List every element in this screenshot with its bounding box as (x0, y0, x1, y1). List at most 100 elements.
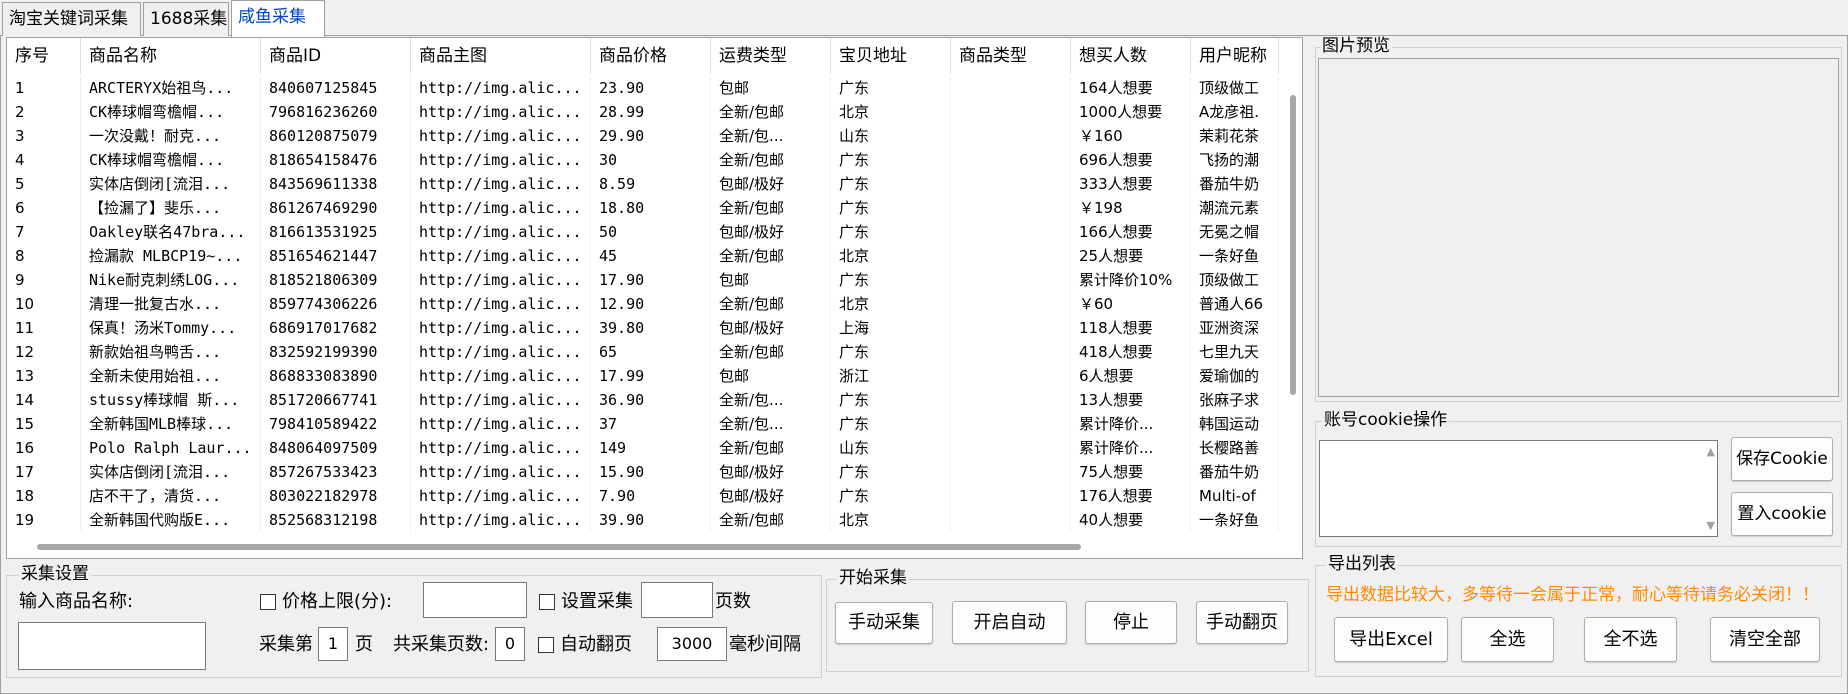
tab-xianyu[interactable]: 咸鱼采集 (231, 0, 325, 37)
column-header-nickname[interactable]: 用户昵称 (1191, 38, 1279, 74)
cell-shipping: 全新/包... (711, 412, 831, 436)
price-limit-checkbox[interactable] (260, 594, 276, 610)
scroll-up-icon[interactable]: ▲ (1707, 445, 1715, 458)
table-row[interactable]: 19 全新韩国代购版E... 852568312198 http://img.alic… (7, 508, 1279, 532)
cell-shipping: 包邮/极好 (711, 316, 831, 340)
tab-1688[interactable]: 1688采集 (143, 2, 229, 36)
select-all-button[interactable]: 全选 (1461, 617, 1554, 662)
table-row[interactable]: 1 ARCTERYX始祖鸟... 840607125845 http://img.al… (7, 76, 1279, 100)
cell-nickname: 飞扬的潮 (1191, 148, 1279, 172)
cell-wants: 累计降价10% (1071, 268, 1191, 292)
cell-price: 18.80 (591, 196, 711, 220)
auto-page-checkbox[interactable] (538, 637, 554, 653)
cell-shipping: 包邮/极好 (711, 460, 831, 484)
cell-type (951, 100, 1071, 124)
table-row[interactable]: 3 一次没戴！耐克... 860120875079 http://img.alic..… (7, 124, 1279, 148)
cell-name: 捡漏款 MLBCP19~... (81, 244, 261, 268)
table-row[interactable]: 10 清理一批复古水... 859774306226 http://img.alic.… (7, 292, 1279, 316)
table-row[interactable]: 17 实体店倒闭[流泪... 857267533423 http://img.alic… (7, 460, 1279, 484)
interval-input[interactable]: 3000 (657, 627, 727, 661)
cell-wants: 13人想要 (1071, 388, 1191, 412)
cell-image: http://img.alic... (411, 76, 591, 100)
manual-collect-button[interactable]: 手动采集 (835, 602, 933, 644)
product-name-input[interactable] (18, 622, 206, 670)
cell-index: 7 (7, 220, 81, 244)
table-row[interactable]: 18 店不干了，清货... 803022182978 http://img.alic.… (7, 484, 1279, 508)
cell-price: 50 (591, 220, 711, 244)
table-row[interactable]: 14 stussy棒球帽 斯... 851720667741 http://img.a… (7, 388, 1279, 412)
cell-image: http://img.alic... (411, 388, 591, 412)
cell-location: 广东 (831, 148, 951, 172)
pages-label: 页数 (715, 591, 751, 612)
cookie-textarea[interactable]: ▲ ▼ (1319, 440, 1718, 537)
import-cookie-button[interactable]: 置入cookie (1731, 492, 1833, 536)
cell-type (951, 76, 1071, 100)
column-header-type[interactable]: 商品类型 (951, 38, 1071, 74)
clear-all-button[interactable]: 清空全部 (1710, 617, 1820, 662)
horizontal-scroll-thumb[interactable] (37, 544, 1081, 550)
table-row[interactable]: 15 全新韩国MLB棒球... 798410589422 http://img.ali… (7, 412, 1279, 436)
column-header-image[interactable]: 商品主图 (411, 38, 591, 74)
scroll-down-icon[interactable]: ▼ (1707, 519, 1715, 532)
cell-name: 店不干了，清货... (81, 484, 261, 508)
cell-id: 860120875079 (261, 124, 411, 148)
table-row[interactable]: 9 Nike耐克刺绣LOG... 818521806309 http://img.al… (7, 268, 1279, 292)
collect-page-input[interactable]: 1 (318, 627, 348, 661)
cell-price: 8.59 (591, 172, 711, 196)
cell-name: stussy棒球帽 斯... (81, 388, 261, 412)
start-auto-button[interactable]: 开启自动 (952, 601, 1067, 644)
stop-button[interactable]: 停止 (1085, 601, 1177, 644)
table-row[interactable]: 6 【捡漏了】斐乐... 861267469290 http://img.alic..… (7, 196, 1279, 220)
cell-image: http://img.alic... (411, 292, 591, 316)
cell-id: 861267469290 (261, 196, 411, 220)
column-header-shipping[interactable]: 运费类型 (711, 38, 831, 74)
table-row[interactable]: 11 保真！汤米Tommy... 686917017682 http://img.al… (7, 316, 1279, 340)
set-collect-checkbox[interactable] (539, 594, 555, 610)
cell-wants: 累计降价... (1071, 412, 1191, 436)
cell-shipping: 包邮 (711, 76, 831, 100)
price-limit-label: 价格上限(分): (282, 591, 393, 612)
vertical-scrollbar[interactable] (1286, 65, 1300, 401)
cell-nickname: 亚洲资深 (1191, 316, 1279, 340)
cell-image: http://img.alic... (411, 460, 591, 484)
table-row[interactable]: 4 CK棒球帽弯檐帽... 818654158476 http://img.alic.… (7, 148, 1279, 172)
column-header-index[interactable]: 序号 (7, 38, 81, 74)
product-table[interactable]: 序号 商品名称 商品ID 商品主图 商品价格 运费类型 宝贝地址 商品类型 想买人数 用户昵称 1… (6, 37, 1303, 559)
cell-nickname: 七里九天 (1191, 340, 1279, 364)
cell-name: 一次没戴！耐克... (81, 124, 261, 148)
column-header-location[interactable]: 宝贝地址 (831, 38, 951, 74)
table-row[interactable]: 13 全新未使用始祖... 868833083890 http://img.alic.… (7, 364, 1279, 388)
cell-id: 816613531925 (261, 220, 411, 244)
column-header-price[interactable]: 商品价格 (591, 38, 711, 74)
cell-nickname: 韩国运动 (1191, 412, 1279, 436)
table-row[interactable]: 8 捡漏款 MLBCP19~... 851654621447 http://img.a… (7, 244, 1279, 268)
total-pages-value: 0 (495, 627, 525, 661)
cell-index: 15 (7, 412, 81, 436)
select-none-button[interactable]: 全不选 (1584, 617, 1677, 662)
tab-taobao-keyword[interactable]: 淘宝关键词采集 (2, 2, 141, 36)
cell-price: 36.90 (591, 388, 711, 412)
table-row[interactable]: 16 Polo Ralph Laur... 848064097509 http://i… (7, 436, 1279, 460)
vertical-scroll-thumb[interactable] (1290, 95, 1296, 395)
column-header-id[interactable]: 商品ID (261, 38, 411, 74)
manual-next-page-button[interactable]: 手动翻页 (1196, 601, 1288, 644)
column-header-wants[interactable]: 想买人数 (1071, 38, 1191, 74)
auto-page-label: 自动翻页 (560, 634, 632, 655)
cell-shipping: 全新/包邮 (711, 244, 831, 268)
cell-price: 37 (591, 412, 711, 436)
cell-name: Polo Ralph Laur... (81, 436, 261, 460)
table-row[interactable]: 7 Oakley联名47bra... 816613531925 http://img.… (7, 220, 1279, 244)
column-header-name[interactable]: 商品名称 (81, 38, 261, 74)
cell-type (951, 436, 1071, 460)
cell-id: 868833083890 (261, 364, 411, 388)
cell-nickname: 长樱路善 (1191, 436, 1279, 460)
save-cookie-button[interactable]: 保存Cookie (1731, 437, 1833, 481)
price-limit-input[interactable] (423, 582, 527, 618)
cell-nickname: 番茄牛奶 (1191, 172, 1279, 196)
table-row[interactable]: 5 实体店倒闭[流泪... 843569611338 http://img.alic.… (7, 172, 1279, 196)
table-row[interactable]: 2 CK棒球帽弯檐帽... 796816236260 http://img.alic.… (7, 100, 1279, 124)
pages-input[interactable] (641, 582, 713, 618)
cell-location: 北京 (831, 244, 951, 268)
table-row[interactable]: 12 新款始祖鸟鸭舌... 832592199390 http://img.alic.… (7, 340, 1279, 364)
export-excel-button[interactable]: 导出Excel (1334, 617, 1448, 662)
